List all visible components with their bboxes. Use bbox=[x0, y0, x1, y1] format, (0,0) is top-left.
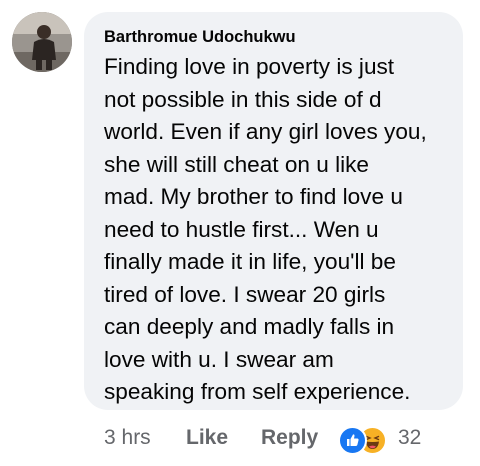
reaction-count: 32 bbox=[398, 426, 422, 449]
comment-line: Finding love in poverty is just bbox=[104, 54, 395, 79]
avatar-photo bbox=[12, 12, 72, 72]
comment-timestamp[interactable]: 3 hrs bbox=[104, 426, 151, 450]
comment-line: finally made it in life, you'll be bbox=[104, 249, 396, 274]
comment-line: love with u. I swear am bbox=[104, 346, 334, 372]
comment-author[interactable]: Barthromue Udochukwu bbox=[104, 28, 296, 47]
comment-line: need to hustle first... Wen u bbox=[104, 216, 379, 242]
comment-line: world. Even if any girl loves you, bbox=[104, 119, 427, 144]
like-button[interactable]: Like bbox=[186, 426, 228, 450]
comment-line: can deeply and madly falls in bbox=[104, 314, 395, 339]
comment-line: she will still cheat on u like bbox=[104, 151, 369, 177]
comment-line: not possible in this side of d bbox=[104, 86, 382, 112]
reactions-summary[interactable]: 32 bbox=[338, 424, 468, 455]
reply-button[interactable]: Reply bbox=[261, 426, 318, 450]
avatar[interactable] bbox=[12, 12, 72, 72]
comment-text: Finding love in poverty is just not poss… bbox=[104, 51, 454, 409]
comment-line: mad. My brother to find love u bbox=[104, 184, 403, 209]
comment-line: speaking from self experience. bbox=[104, 379, 411, 404]
like-icon bbox=[338, 426, 367, 455]
comment-actions: 3 hrs Like Reply 32 bbox=[0, 424, 480, 455]
comment-line: tired of love. I swear 20 girls bbox=[104, 281, 386, 307]
